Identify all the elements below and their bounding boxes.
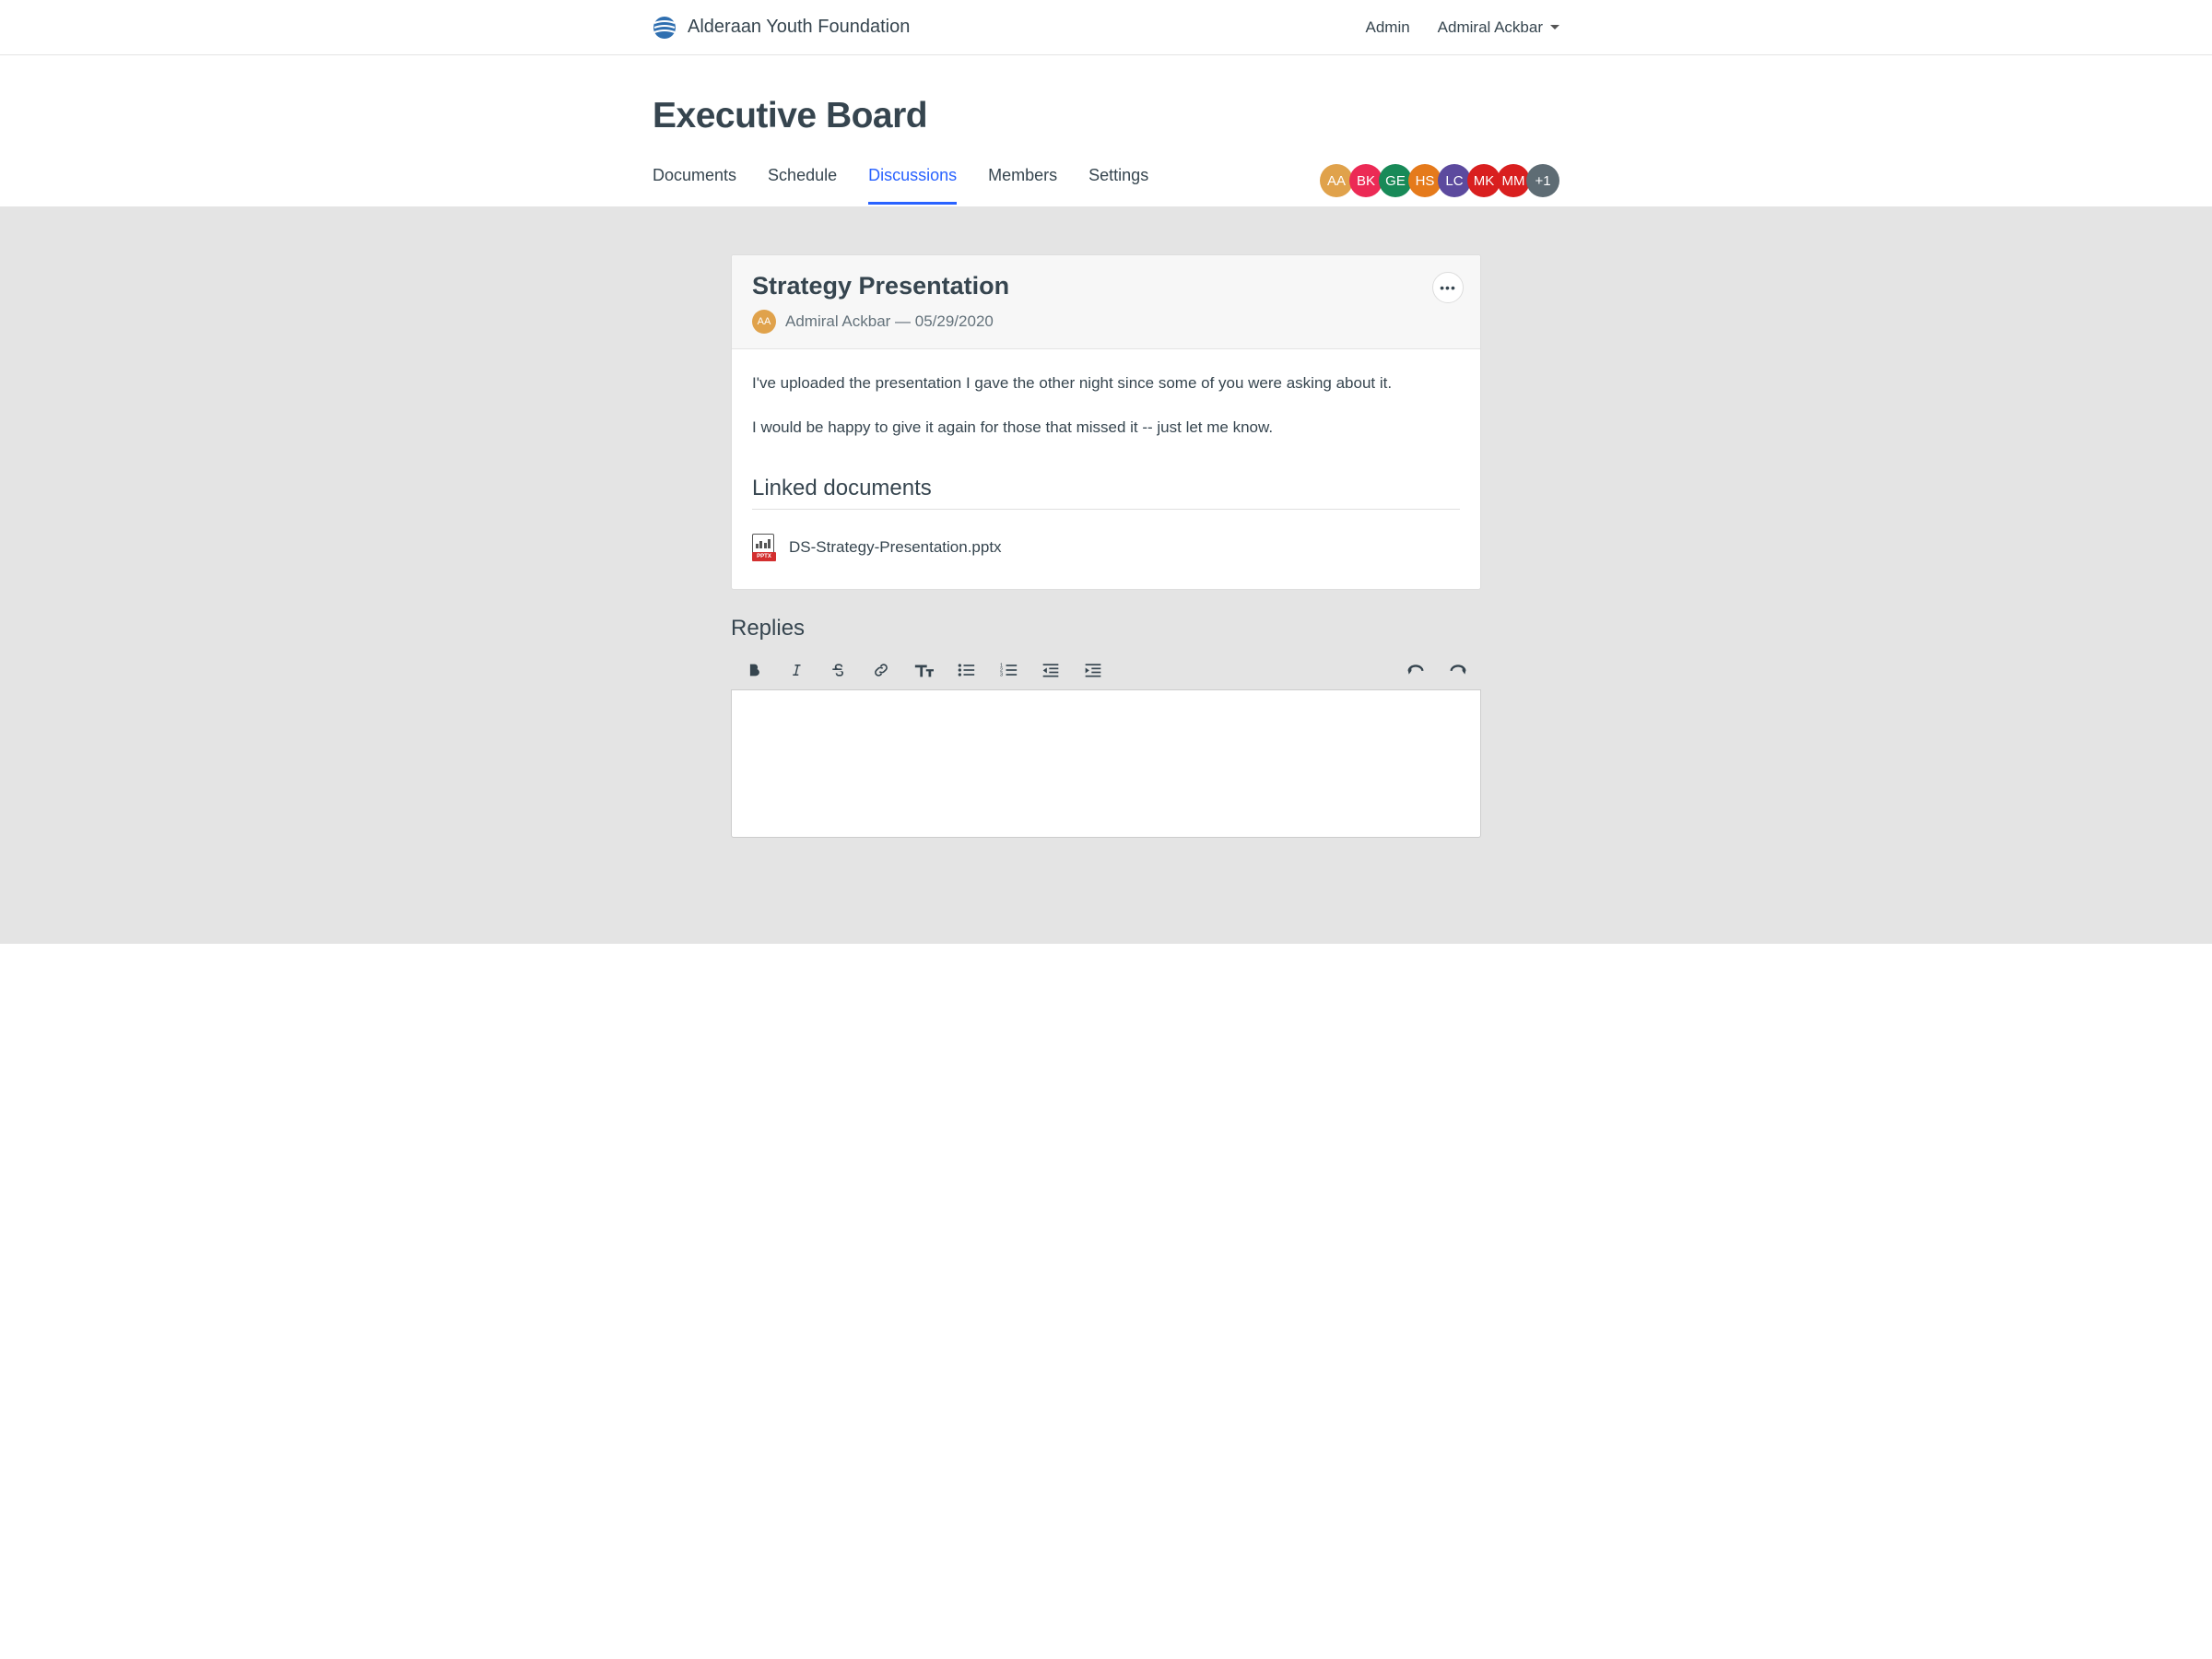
member-avatars: AA BK GE HS LC MK MM +1	[1324, 164, 1559, 206]
editor-toolbar: 123	[731, 656, 1481, 690]
avatar[interactable]: BK	[1349, 164, 1382, 197]
avatar[interactable]: HS	[1408, 164, 1441, 197]
avatar[interactable]: LC	[1438, 164, 1471, 197]
bold-button[interactable]	[744, 660, 764, 680]
tabbar: Documents Schedule Discussions Members S…	[653, 166, 1148, 205]
outdent-button[interactable]	[1041, 660, 1061, 680]
strikethrough-button[interactable]	[829, 660, 849, 680]
redo-button[interactable]	[1448, 660, 1468, 680]
body-paragraph: I've uploaded the presentation I gave th…	[752, 371, 1460, 395]
tab-members[interactable]: Members	[988, 166, 1057, 205]
link-button[interactable]	[871, 660, 891, 680]
body-paragraph: I would be happy to give it again for th…	[752, 416, 1460, 440]
chevron-down-icon	[1550, 25, 1559, 29]
undo-button[interactable]	[1406, 660, 1426, 680]
tab-documents[interactable]: Documents	[653, 166, 736, 205]
admin-link[interactable]: Admin	[1365, 18, 1409, 37]
user-menu[interactable]: Admiral Ackbar	[1438, 18, 1559, 37]
more-actions-button[interactable]: •••	[1432, 272, 1464, 303]
brand-name: Alderaan Youth Foundation	[688, 17, 910, 38]
discussion-meta: Admiral Ackbar — 05/29/2020	[785, 312, 994, 331]
globe-icon	[653, 16, 677, 40]
tab-discussions[interactable]: Discussions	[868, 166, 957, 205]
indent-button[interactable]	[1083, 660, 1103, 680]
pptx-icon: PPTX	[752, 534, 776, 561]
avatar[interactable]: AA	[1320, 164, 1353, 197]
discussion-card: Strategy Presentation AA Admiral Ackbar …	[731, 254, 1481, 590]
discussion-body: I've uploaded the presentation I gave th…	[752, 371, 1460, 439]
linked-document[interactable]: PPTX DS-Strategy-Presentation.pptx	[752, 534, 1460, 561]
linked-documents-heading: Linked documents	[752, 476, 1460, 510]
page-title: Executive Board	[653, 96, 1559, 136]
italic-button[interactable]	[786, 660, 806, 680]
ellipsis-icon: •••	[1440, 281, 1456, 294]
svg-text:3: 3	[1000, 673, 1003, 678]
numbered-list-button[interactable]: 123	[998, 660, 1018, 680]
tab-settings[interactable]: Settings	[1088, 166, 1148, 205]
avatar[interactable]: MM	[1497, 164, 1530, 197]
reply-editor[interactable]	[731, 690, 1481, 838]
replies-heading: Replies	[731, 616, 1481, 641]
tab-schedule[interactable]: Schedule	[768, 166, 837, 205]
topbar: Alderaan Youth Foundation Admin Admiral …	[0, 0, 2212, 55]
avatar-more[interactable]: +1	[1526, 164, 1559, 197]
discussion-title: Strategy Presentation	[752, 272, 1460, 300]
avatar[interactable]: GE	[1379, 164, 1412, 197]
avatar[interactable]: MK	[1467, 164, 1500, 197]
textsize-button[interactable]	[913, 660, 934, 680]
bullet-list-button[interactable]	[956, 660, 976, 680]
brand[interactable]: Alderaan Youth Foundation	[653, 16, 1365, 40]
author-avatar: AA	[752, 310, 776, 334]
user-name: Admiral Ackbar	[1438, 18, 1543, 37]
linked-document-name: DS-Strategy-Presentation.pptx	[789, 538, 1002, 557]
